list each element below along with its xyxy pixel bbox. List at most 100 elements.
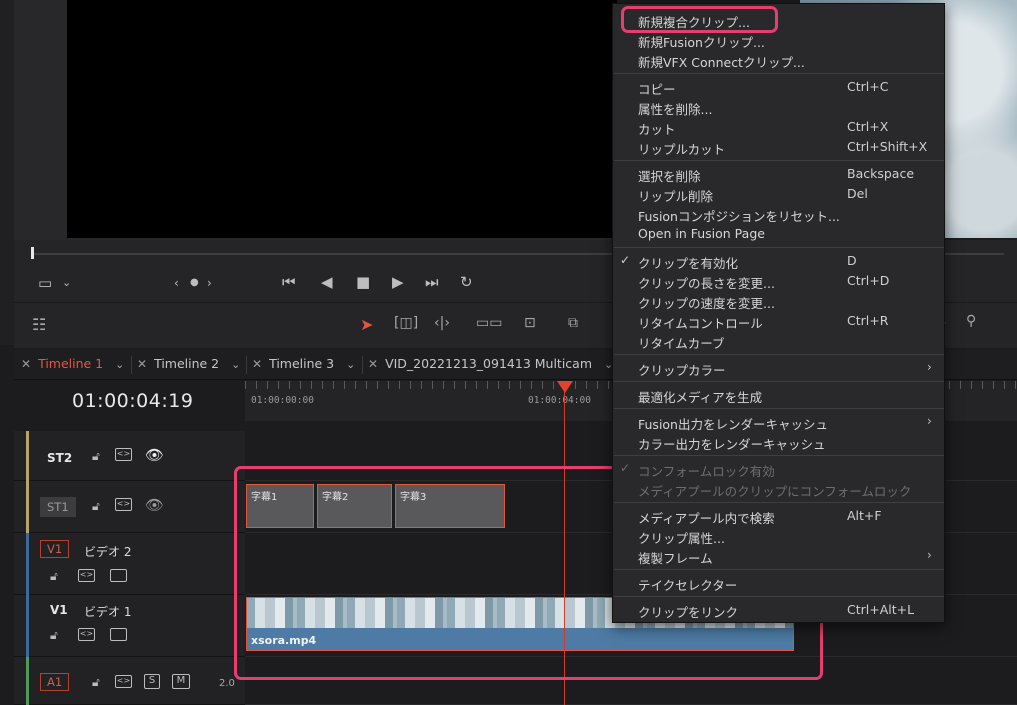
tab-timeline-3[interactable]: ✕ Timeline 3 ⌄ xyxy=(252,356,355,376)
chevron-down-icon[interactable]: ⌄ xyxy=(231,358,240,371)
chevron-left-icon[interactable]: ‹ xyxy=(174,275,179,291)
auto-select-icon[interactable]: <> xyxy=(115,448,132,461)
auto-select-icon[interactable]: <> xyxy=(115,675,132,688)
skip-start-icon[interactable]: ⏮ xyxy=(282,274,296,290)
close-icon[interactable]: ✕ xyxy=(252,357,262,371)
chevron-down-icon[interactable]: ⌄ xyxy=(346,358,355,371)
play-icon[interactable]: ▶ xyxy=(392,274,404,290)
menu-retime-curve[interactable]: リタイムカーブ xyxy=(638,333,725,352)
lock-icon[interactable]: 🔓︎ xyxy=(92,499,100,514)
shortcut: D xyxy=(847,253,857,268)
timeline-view-options-icon[interactable]: ☷ xyxy=(32,315,46,334)
shortcut: Ctrl+Alt+L xyxy=(847,602,915,617)
lock-icon[interactable]: 🔓︎ xyxy=(50,628,58,643)
selection-mode-icon[interactable]: ➤ xyxy=(360,315,373,334)
chevron-right-icon: › xyxy=(927,360,932,374)
stop-icon[interactable]: ■ xyxy=(356,274,370,290)
menu-render-cache-color-output[interactable]: カラー出力をレンダーキャッシュ xyxy=(638,434,826,453)
menu-new-vfx-connect-clip[interactable]: 新規VFX Connectクリップ... xyxy=(638,52,805,71)
menu-duplicate-frames[interactable]: 複製フレーム xyxy=(638,548,713,567)
menu-conform-lock-media-pool: メディアプールのクリップにコンフォームロック xyxy=(638,484,912,499)
auto-select-icon[interactable]: <> xyxy=(115,498,132,511)
menu-clip-attributes[interactable]: クリップ属性... xyxy=(638,528,725,547)
chevron-down-icon[interactable]: ⌄ xyxy=(115,358,124,371)
ruler-label: 01:00:00:00 xyxy=(251,395,314,406)
menu-link-clips[interactable]: クリップをリンク xyxy=(638,602,738,621)
timecode-display: 01:00:04:19 xyxy=(72,390,194,412)
context-menu: 新規複合クリップ... 新規Fusionクリップ... 新規VFX Connec… xyxy=(612,3,945,623)
overwrite-clip-icon[interactable]: ⧉ xyxy=(568,315,578,331)
close-icon[interactable]: ✕ xyxy=(137,357,147,371)
lock-icon[interactable]: 🔓︎ xyxy=(92,449,100,464)
viewer-canvas xyxy=(67,0,617,238)
menu-retime-controls[interactable]: リタイムコントロール xyxy=(638,313,763,332)
tab-timeline-2[interactable]: ✕ Timeline 2 ⌄ xyxy=(137,356,240,376)
menu-change-clip-duration[interactable]: クリップの長さを変更... xyxy=(638,273,775,292)
track-header-st2: ST2 🔓︎ <> 👁︎ xyxy=(14,431,245,481)
scrub-playhead[interactable] xyxy=(31,247,34,259)
chevron-right-icon: › xyxy=(927,548,932,562)
shortcut: Del xyxy=(847,186,868,201)
play-reverse-icon[interactable]: ◀ xyxy=(321,274,333,290)
audio-level: 2.0 xyxy=(219,678,235,689)
menu-clip-color[interactable]: クリップカラー xyxy=(638,360,726,379)
shortcut: Alt+F xyxy=(847,508,882,523)
eye-icon[interactable]: 👁︎ xyxy=(145,496,164,514)
track-header-a1: A1 🔓︎ <> S M 2.0 xyxy=(14,657,245,705)
skip-end-icon[interactable]: ⏭ xyxy=(425,274,439,290)
shortcut: Ctrl+Shift+X xyxy=(847,139,928,154)
menu-ripple-cut[interactable]: リップルカット xyxy=(638,139,725,158)
menu-new-compound-clip[interactable]: 新規複合クリップ... xyxy=(638,12,750,31)
menu-remove-attributes[interactable]: 属性を削除... xyxy=(638,99,712,118)
shortcut: Ctrl+X xyxy=(847,119,889,134)
close-icon[interactable]: ✕ xyxy=(368,357,378,371)
trim-mode-icon[interactable]: [◫] xyxy=(394,315,418,331)
shortcut: Backspace xyxy=(847,166,915,181)
playhead-handle[interactable] xyxy=(557,381,573,393)
menu-copy[interactable]: コピー xyxy=(638,79,676,98)
close-icon[interactable]: ✕ xyxy=(21,357,31,371)
chevron-right-icon: › xyxy=(927,414,932,428)
eye-icon[interactable]: 👁︎ xyxy=(145,446,164,464)
tab-multicam[interactable]: ✕ VID_20221213_091413 Multicam ⌄ xyxy=(368,356,613,376)
menu-generate-optimized-media[interactable]: 最適化メディアを生成 xyxy=(638,387,762,406)
lock-icon[interactable]: 🔓︎ xyxy=(50,569,58,584)
loop-icon[interactable]: ↻ xyxy=(460,274,473,290)
menu-find-in-media-pool[interactable]: メディアプール内で検索 xyxy=(638,508,775,527)
insert-clip-icon[interactable]: ⊡ xyxy=(524,315,536,331)
monitor-icon[interactable]: ▭ xyxy=(38,275,52,291)
shortcut: Ctrl+R xyxy=(847,313,889,328)
blade-edit-icon[interactable]: ▭▭ xyxy=(476,315,502,331)
tab-timeline-1[interactable]: ✕ Timeline 1 ⌄ xyxy=(21,356,124,376)
shortcut: Ctrl+D xyxy=(847,273,890,288)
menu-reset-fusion-composition[interactable]: Fusionコンポジションをリセット... xyxy=(638,206,840,225)
film-icon[interactable] xyxy=(110,628,127,641)
check-icon: ✓ xyxy=(620,253,631,267)
lock-icon[interactable]: 🔓︎ xyxy=(92,675,100,690)
menu-render-cache-fusion-output[interactable]: Fusion出力をレンダーキャッシュ xyxy=(638,414,828,433)
menu-take-selector[interactable]: テイクセレクター xyxy=(638,575,737,594)
menu-delete-selected[interactable]: 選択を削除 xyxy=(638,166,701,185)
zoom-detail-icon[interactable]: ⚲ xyxy=(966,313,976,329)
auto-select-icon[interactable]: <> xyxy=(78,569,95,582)
menu-change-clip-speed[interactable]: クリップの速度を変更... xyxy=(638,293,775,312)
dynamic-trim-icon[interactable]: ‹|› xyxy=(434,315,450,331)
chevron-right-icon[interactable]: › xyxy=(207,275,212,291)
chevron-down-icon[interactable]: ⌄ xyxy=(62,275,71,291)
solo-button[interactable]: S xyxy=(144,674,160,689)
check-icon: ✓ xyxy=(620,461,631,475)
track-header-v1: V1 ビデオ 1 🔓︎ <> xyxy=(14,595,245,657)
menu-cut[interactable]: カット xyxy=(638,119,676,138)
track-header-v2: V1 ビデオ 2 🔓︎ <> xyxy=(14,533,245,595)
menu-new-fusion-clip[interactable]: 新規Fusionクリップ... xyxy=(638,32,765,51)
dot-icon[interactable]: ● xyxy=(190,275,199,291)
auto-select-icon[interactable]: <> xyxy=(78,628,95,641)
track-header-st1: ST1 🔓︎ <> 👁︎ xyxy=(14,481,245,533)
shortcut: Ctrl+C xyxy=(847,79,889,94)
menu-ripple-delete[interactable]: リップル削除 xyxy=(638,186,713,205)
film-icon[interactable] xyxy=(110,569,127,582)
ruler-label: 01:00:04:00 xyxy=(528,395,591,406)
menu-open-in-fusion-page[interactable]: Open in Fusion Page xyxy=(638,226,765,241)
mute-button[interactable]: M xyxy=(172,674,190,689)
menu-enable-clip[interactable]: クリップを有効化 xyxy=(638,253,738,272)
